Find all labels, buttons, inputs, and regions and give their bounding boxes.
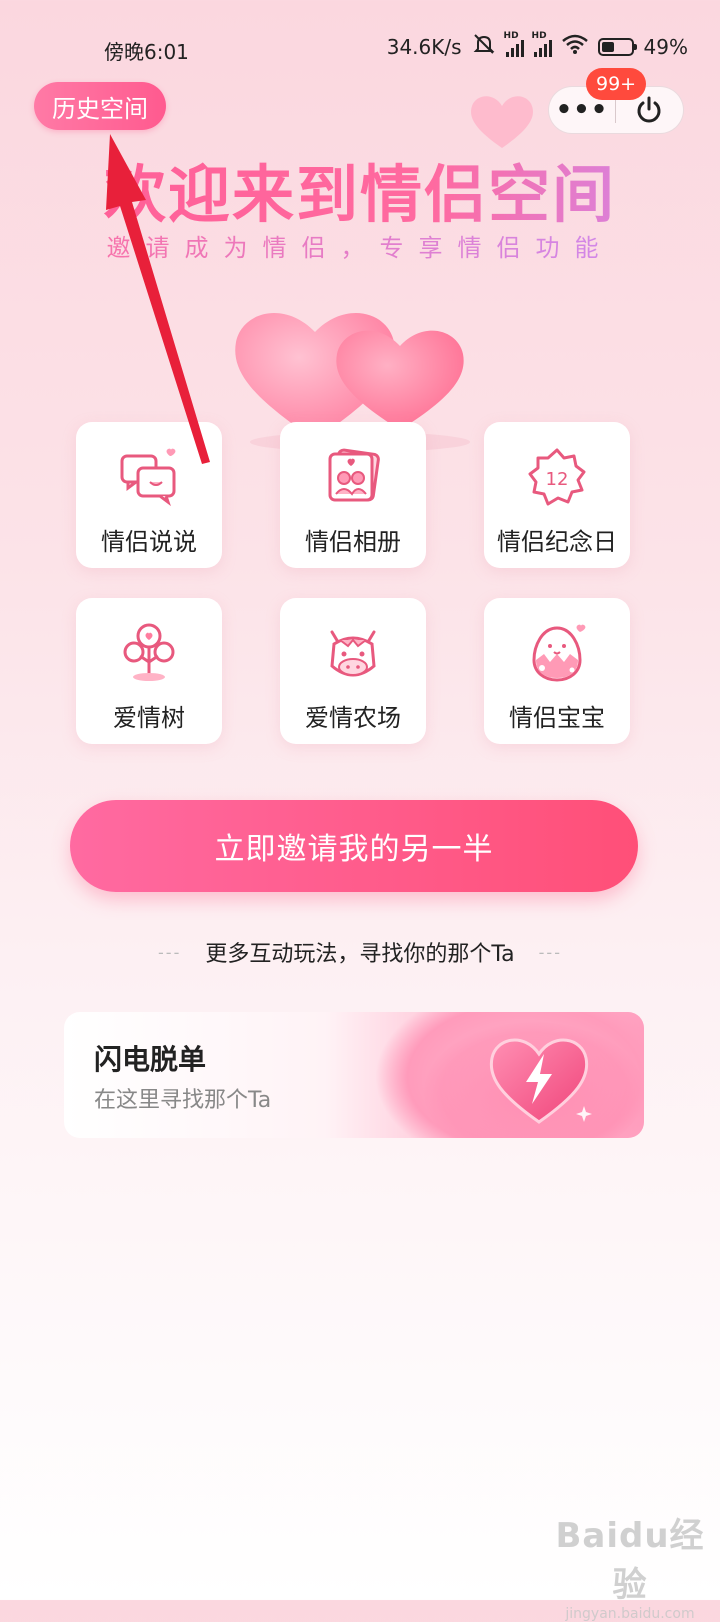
feature-couple-anniversary[interactable]: 12 情侣纪念日 xyxy=(484,422,630,568)
signal-1-icon: HD xyxy=(504,31,524,57)
floating-heart-icon xyxy=(471,96,533,148)
more-interactions-text: 更多互动玩法，寻找你的那个Ta xyxy=(205,942,515,967)
divider-left: --- xyxy=(158,942,182,962)
page-subtitle: 邀请成为情侣，专享情侣功能 xyxy=(0,228,720,263)
invite-partner-button[interactable]: 立即邀请我的另一半 xyxy=(70,800,638,892)
status-time: 傍晚6:01 xyxy=(104,40,189,64)
status-right: 34.6K/s HD HD 49% xyxy=(386,31,688,60)
notification-badge: 99+ xyxy=(586,68,647,100)
more-button[interactable]: ••• xyxy=(549,97,615,123)
feature-love-farm[interactable]: 爱情农场 xyxy=(280,598,426,744)
feature-couple-baby[interactable]: 情侣宝宝 xyxy=(484,598,630,744)
divider-right: --- xyxy=(538,942,562,962)
page-title: 欢迎来到情侣空间 xyxy=(0,144,720,234)
cow-icon xyxy=(322,622,384,684)
wifi-icon xyxy=(561,34,588,59)
baidu-jingyan-watermark: Baidu经验 jingyan.baidu.com xyxy=(555,1516,705,1622)
banner-subtitle: 在这里寻找那个Ta xyxy=(94,1088,272,1113)
lightning-heart-icon xyxy=(489,1038,592,1124)
mute-bell-icon xyxy=(472,33,496,60)
flash-dating-banner[interactable]: 闪电脱单 在这里寻找那个Ta xyxy=(64,1012,644,1138)
more-interactions-row: --- 更多互动玩法，寻找你的那个Ta --- xyxy=(0,936,720,968)
svg-text:12: 12 xyxy=(546,469,569,490)
photo-album-icon xyxy=(322,446,384,508)
feature-label: 情侣相册 xyxy=(305,528,401,556)
feature-label: 爱情树 xyxy=(113,704,185,732)
battery-icon xyxy=(597,37,637,56)
battery-percent: 49% xyxy=(643,34,688,59)
power-icon xyxy=(637,96,661,123)
chat-bubbles-icon xyxy=(118,446,180,508)
egg-baby-icon xyxy=(526,622,588,684)
history-space-button[interactable]: 历史空间 xyxy=(34,82,166,130)
feature-couple-posts[interactable]: 情侣说说 xyxy=(76,422,222,568)
feature-label: 情侣说说 xyxy=(101,528,197,556)
banner-title: 闪电脱单 xyxy=(94,1043,207,1076)
love-tree-icon xyxy=(118,622,180,684)
signal-2-icon: HD xyxy=(532,31,552,57)
feature-couple-album[interactable]: 情侣相册 xyxy=(280,422,426,568)
calendar-badge-icon: 12 xyxy=(526,446,588,508)
feature-grid: 情侣说说 情侣相册 12 情侣纪念日 爱情树 爱情农场 情侣宝宝 xyxy=(76,422,644,744)
feature-label: 情侣纪念日 xyxy=(497,528,617,556)
feature-label: 情侣宝宝 xyxy=(509,704,605,732)
feature-love-tree[interactable]: 爱情树 xyxy=(76,598,222,744)
network-speed: 34.6K/s xyxy=(386,34,462,59)
feature-label: 爱情农场 xyxy=(305,704,401,732)
